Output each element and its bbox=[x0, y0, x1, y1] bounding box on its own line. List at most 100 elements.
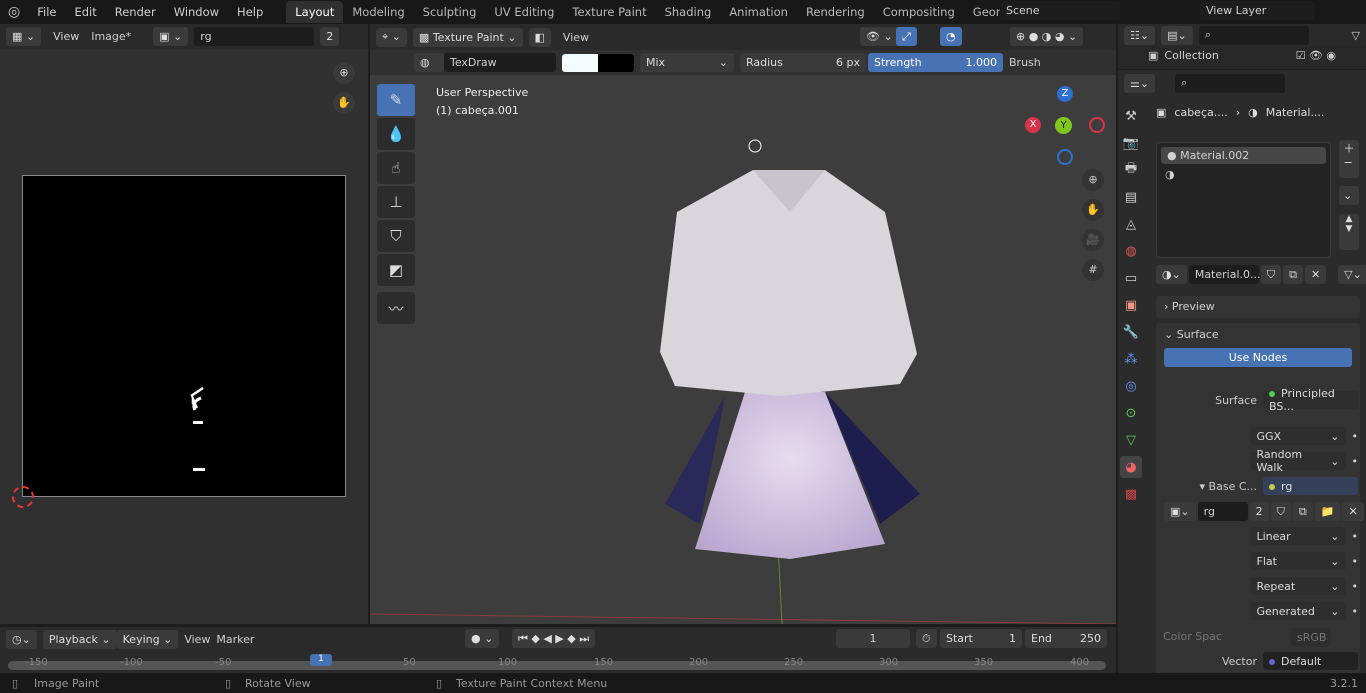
properties-search-input[interactable]: ⌕ bbox=[1175, 73, 1286, 93]
playhead[interactable]: 1 bbox=[310, 654, 332, 666]
view-layer-selector[interactable]: View Layer bbox=[1200, 1, 1315, 20]
move-slot-buttons[interactable]: ▲ ▼ bbox=[1339, 214, 1359, 250]
preview-panel[interactable]: › Preview bbox=[1156, 296, 1360, 318]
vector-field[interactable]: Default bbox=[1263, 652, 1358, 670]
playback-controls[interactable]: ⏮ ◆ ◀ ▶ ◆ ⏭ bbox=[512, 629, 596, 648]
menu-render[interactable]: Render bbox=[106, 5, 165, 19]
slot-specials-button[interactable]: ⌄ bbox=[1339, 186, 1359, 205]
object-tab-icon[interactable]: ▣ bbox=[1120, 294, 1142, 316]
filter-icon[interactable]: ▽ bbox=[1352, 29, 1360, 42]
material-slot[interactable]: ● Material.002 bbox=[1161, 147, 1326, 164]
material-tab-icon[interactable]: ◕ bbox=[1120, 456, 1142, 478]
tab-compositing[interactable]: Compositing bbox=[874, 1, 964, 23]
outliner-search-input[interactable]: ⌕ bbox=[1198, 25, 1309, 45]
editor-type-button[interactable]: ▦ ⌄ bbox=[6, 27, 42, 46]
duplicate-icon[interactable]: ⧉ bbox=[1283, 265, 1303, 284]
menu-file[interactable]: File bbox=[28, 5, 65, 19]
zoom-icon[interactable]: ⊕ bbox=[1082, 169, 1104, 191]
editor-type-button[interactable]: ◷⌄ bbox=[6, 629, 37, 649]
data-tab-icon[interactable]: ▽ bbox=[1120, 429, 1142, 451]
texture-tab-icon[interactable]: ▩ bbox=[1120, 483, 1142, 505]
tab-modeling[interactable]: Modeling bbox=[343, 1, 413, 23]
editor-type-button[interactable]: ☷⌄ bbox=[1124, 25, 1156, 45]
record-button[interactable]: ● ⌄ bbox=[465, 629, 500, 648]
keying-menu[interactable]: Keying ⌄ bbox=[116, 629, 179, 649]
browse-image-button[interactable]: ▣⌄ bbox=[1164, 502, 1196, 521]
duplicate-icon[interactable]: ⧉ bbox=[1292, 502, 1313, 521]
image-browse-button[interactable]: ▣ ⌄ bbox=[153, 27, 189, 46]
scene-tab-icon[interactable]: ◬ bbox=[1120, 213, 1142, 235]
constraints-tab-icon[interactable]: ⊙ bbox=[1120, 402, 1142, 424]
start-frame-field[interactable]: Start 1 bbox=[940, 629, 1022, 648]
tab-uv-editing[interactable]: UV Editing bbox=[485, 1, 563, 23]
material-name-field[interactable]: Material.0... bbox=[1188, 265, 1261, 284]
tab-layout[interactable]: Layout bbox=[286, 1, 344, 23]
menu-view[interactable]: View bbox=[184, 633, 210, 646]
timeline-scrollbar[interactable] bbox=[8, 661, 1106, 670]
menu-image[interactable]: Image* bbox=[91, 30, 131, 43]
camera-icon[interactable]: 🎥 bbox=[1082, 229, 1104, 251]
material-slot-list[interactable]: ● Material.002 ◑ bbox=[1156, 142, 1331, 258]
add-remove-slot[interactable]: ＋ − bbox=[1339, 140, 1359, 178]
projection-select[interactable]: Flat ⌄ bbox=[1250, 552, 1346, 570]
image-canvas[interactable] bbox=[22, 175, 346, 497]
menu-view[interactable]: View bbox=[47, 30, 85, 43]
open-folder-icon[interactable]: 📁 bbox=[1314, 502, 1341, 521]
current-frame-field[interactable]: 1 bbox=[836, 629, 910, 648]
use-nodes-button[interactable]: Use Nodes bbox=[1164, 348, 1352, 367]
particles-tab-icon[interactable]: ⁂ bbox=[1120, 348, 1142, 370]
link-type-icon[interactable]: ▽⌄ bbox=[1338, 265, 1366, 284]
menu-marker[interactable]: Marker bbox=[216, 633, 254, 646]
image-users-count[interactable]: 2 bbox=[320, 27, 340, 46]
unlink-icon[interactable]: ✕ bbox=[1304, 265, 1327, 284]
extension-select[interactable]: Repeat ⌄ bbox=[1250, 577, 1346, 595]
tab-shading[interactable]: Shading bbox=[656, 1, 721, 23]
tab-animation[interactable]: Animation bbox=[720, 1, 797, 23]
checkbox-icon[interactable]: ☑ 👁 ◉ bbox=[1296, 49, 1336, 62]
image-name-field[interactable]: rg bbox=[194, 27, 315, 46]
render-tab-icon[interactable]: 📷 bbox=[1120, 132, 1142, 154]
pan-hand-icon[interactable]: ✋ bbox=[333, 92, 355, 114]
editor-type-button[interactable]: ⚌⌄ bbox=[1124, 73, 1156, 93]
image-users-count[interactable]: 2 bbox=[1249, 502, 1269, 521]
distribution-select[interactable]: GGX ⌄ bbox=[1250, 427, 1346, 445]
menu-edit[interactable]: Edit bbox=[65, 5, 105, 19]
output-tab-icon[interactable]: 🖶 bbox=[1120, 159, 1142, 181]
timeline[interactable]: ◷⌄ Playback ⌄ Keying ⌄ View Marker ● ⌄ ⏮… bbox=[0, 627, 1116, 673]
view-layer-tab-icon[interactable]: ▤ bbox=[1120, 186, 1142, 208]
pan-hand-icon[interactable]: ✋ bbox=[1082, 199, 1104, 221]
collection-row[interactable]: ▣ Collection ☑ 👁 ◉ bbox=[1118, 46, 1366, 65]
playback-menu[interactable]: Playback ⌄ bbox=[42, 629, 117, 649]
gizmo-x-axis[interactable]: X bbox=[1025, 117, 1041, 133]
display-mode-button[interactable]: ▤⌄ bbox=[1161, 25, 1193, 45]
gizmo-z-axis[interactable]: Z bbox=[1057, 86, 1073, 102]
fake-user-icon[interactable]: ⛉ bbox=[1270, 502, 1291, 521]
end-frame-field[interactable]: End 250 bbox=[1025, 629, 1107, 648]
fake-user-icon[interactable]: ⛉ bbox=[1260, 265, 1282, 284]
browse-material-button[interactable]: ◑⌄ bbox=[1156, 265, 1187, 284]
base-color-field[interactable]: rg bbox=[1263, 477, 1358, 495]
unlink-icon[interactable]: ✕ bbox=[1342, 502, 1364, 521]
scene-selector[interactable]: Scene bbox=[1000, 1, 1120, 20]
subsurface-method-select[interactable]: Random Walk ⌄ bbox=[1250, 448, 1346, 474]
menu-window[interactable]: Window bbox=[165, 5, 228, 19]
image-editor[interactable]: ▦ ⌄ View Image* ▣ ⌄ rg 2 ⊕ ✋ bbox=[0, 24, 368, 624]
physics-tab-icon[interactable]: ◎ bbox=[1120, 375, 1142, 397]
world-tab-icon[interactable]: ◍ bbox=[1120, 240, 1142, 262]
source-select[interactable]: Generated ⌄ bbox=[1250, 602, 1346, 620]
3d-viewport[interactable]: ⌖ ⌄ ▩ Texture Paint ⌄ ◧ View 👁 ⌄ ⤢ ◔ ⊕ ●… bbox=[370, 24, 1116, 624]
modifier-tab-icon[interactable]: 🔧 bbox=[1120, 321, 1142, 343]
interpolation-select[interactable]: Linear ⌄ bbox=[1250, 527, 1346, 545]
grid-icon[interactable]: # bbox=[1082, 259, 1104, 281]
blender-logo-icon[interactable]: ◎ bbox=[0, 4, 28, 20]
tab-rendering[interactable]: Rendering bbox=[797, 1, 874, 23]
surface-shader-field[interactable]: Principled BS... bbox=[1263, 387, 1358, 413]
tab-texture-paint[interactable]: Texture Paint bbox=[563, 1, 655, 23]
collection-tab-icon[interactable]: ▭ bbox=[1120, 267, 1142, 289]
tab-sculpting[interactable]: Sculpting bbox=[414, 1, 486, 23]
image-name-field[interactable]: rg bbox=[1197, 502, 1248, 521]
tool-tab-icon[interactable]: ⚒ bbox=[1120, 105, 1142, 127]
gizmo-y-axis[interactable]: Y bbox=[1055, 117, 1072, 134]
zoom-icon[interactable]: ⊕ bbox=[333, 62, 355, 84]
menu-help[interactable]: Help bbox=[228, 5, 272, 19]
